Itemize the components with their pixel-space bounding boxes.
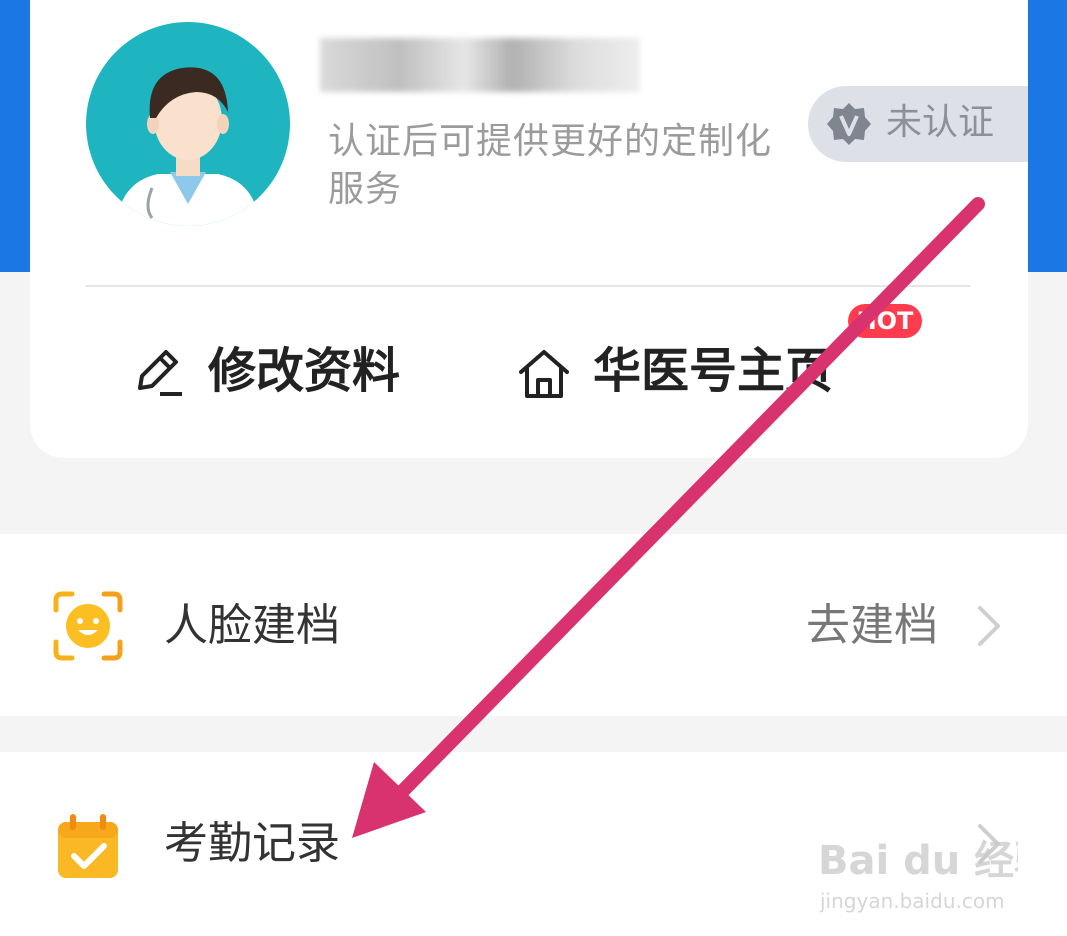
verify-status-badge[interactable]: 未认证 bbox=[808, 86, 1028, 162]
face-scan-icon bbox=[53, 591, 123, 661]
calendar-check-icon bbox=[58, 814, 118, 878]
menu-row-face-profile[interactable]: 人脸建档 去建档 bbox=[0, 534, 1067, 716]
verified-badge-icon bbox=[827, 103, 871, 145]
baidu-watermark: Bai du 经验 jingyan.baidu.com bbox=[818, 838, 1018, 913]
face-profile-label: 人脸建档 bbox=[164, 600, 340, 651]
chevron-right-icon bbox=[978, 606, 1000, 646]
pencil-icon bbox=[138, 350, 182, 396]
verify-status-label: 未认证 bbox=[886, 102, 995, 143]
homepage-button[interactable]: 华医号主页 bbox=[517, 336, 877, 406]
edit-profile-label: 修改资料 bbox=[208, 343, 401, 399]
watermark-brand: Bai du 经验 bbox=[818, 838, 1018, 884]
watermark-url: jingyan.baidu.com bbox=[819, 889, 1005, 913]
homepage-label: 华医号主页 bbox=[593, 343, 834, 399]
home-icon bbox=[519, 350, 569, 398]
divider bbox=[86, 285, 970, 287]
face-profile-action-text: 去建档 bbox=[806, 600, 938, 651]
attendance-label: 考勤记录 bbox=[164, 818, 340, 869]
hot-badge: HOT bbox=[848, 304, 922, 338]
verify-hint-text: 认证后可提供更好的定制化服务 bbox=[328, 121, 773, 210]
avatar[interactable] bbox=[86, 22, 290, 226]
username-blurred bbox=[320, 38, 640, 92]
edit-profile-button[interactable]: 修改资料 bbox=[132, 336, 432, 406]
